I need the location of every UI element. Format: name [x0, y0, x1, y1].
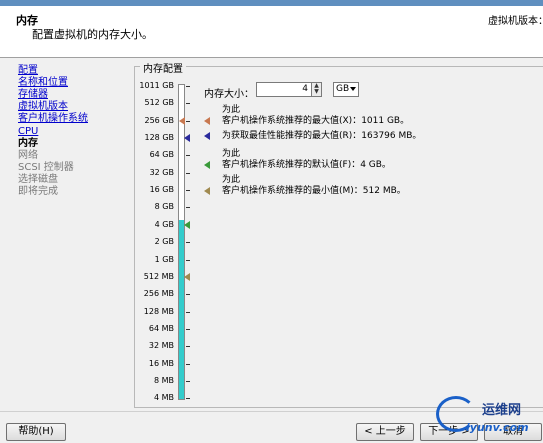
- recommendation-marker-icon: [179, 116, 185, 125]
- legend-marker-icon: [204, 132, 210, 140]
- legend-text: 客户机操作系统推荐的最大值(X)：1011 GB。: [222, 116, 410, 126]
- legend-marker-icon: [204, 161, 210, 169]
- scale-tick-mark: [186, 398, 190, 400]
- legend-marker-icon: [204, 187, 210, 195]
- scale-tick-mark: [186, 86, 190, 87]
- watermark-site-url: iyunv.com: [466, 421, 529, 434]
- spin-down-icon[interactable]: ▼: [313, 89, 320, 95]
- step-memory: 内存: [18, 138, 38, 149]
- scale-tick-label: 8 MB: [153, 375, 174, 385]
- legend-text: 为此: [222, 149, 241, 159]
- recommendation-marker-icon: [184, 134, 190, 143]
- memory-config-group-title: 内存配置: [140, 60, 186, 75]
- back-button[interactable]: < 上一步: [356, 423, 414, 441]
- scale-tick-label: 16 GB: [149, 185, 174, 195]
- scale-tick-mark: [186, 259, 190, 261]
- watermark-site-name: 运维网: [482, 403, 522, 418]
- scale-tick-label: 32 MB: [148, 341, 174, 351]
- scale-tick-label: 64 MB: [148, 323, 174, 333]
- scale-tick-mark: [186, 380, 190, 382]
- legend-text: 为获取最佳性能推荐的最大值(R)：163796 MB。: [222, 131, 422, 141]
- step-cpu[interactable]: CPU: [18, 126, 38, 138]
- step-config[interactable]: 配置: [18, 65, 38, 77]
- scale-tick-label: 1011 GB: [139, 81, 174, 90]
- memory-size-label: 内存大小：: [204, 89, 254, 100]
- scale-tick-mark: [186, 294, 190, 296]
- legend-text: 客户机操作系统推荐的默认值(F)：4 GB。: [222, 160, 391, 170]
- scale-tick-label: 1 GB: [154, 254, 174, 264]
- help-button[interactable]: 帮助(H): [6, 423, 66, 441]
- scale-tick-label: 256 GB: [144, 115, 175, 125]
- memory-slider-fill: [179, 220, 184, 399]
- scale-tick-label: 128 MB: [143, 306, 174, 316]
- scale-tick-label: 4 MB: [153, 393, 174, 403]
- scale-tick-label: 512 GB: [144, 98, 175, 108]
- step-network: 网络: [18, 150, 38, 161]
- chevron-down-icon: [350, 87, 356, 91]
- scale-tick-label: 64 GB: [149, 150, 174, 160]
- scale-tick-label: 256 MB: [143, 289, 174, 299]
- scale-tick-label: 128 GB: [144, 133, 175, 143]
- step-scsi-controller: SCSI 控制器: [18, 162, 74, 173]
- scale-tick-mark: [186, 103, 190, 105]
- legend-text: 为此: [222, 175, 241, 185]
- scale-tick-label: 2 GB: [154, 237, 174, 247]
- memory-size-spinner[interactable]: ▲ ▼: [311, 82, 322, 97]
- vm-version-label: 虚拟机版本：8: [488, 16, 543, 27]
- scale-tick-mark: [186, 363, 190, 365]
- scale-tick-mark: [186, 120, 190, 122]
- step-vm-version[interactable]: 虚拟机版本: [18, 101, 68, 113]
- memory-size-input[interactable]: 4: [256, 82, 312, 97]
- memory-unit-value: GB: [336, 84, 350, 94]
- step-guest-os[interactable]: 客户机操作系统: [18, 113, 88, 125]
- scale-tick-label: 512 MB: [143, 271, 174, 281]
- scale-tick-label: 16 MB: [148, 358, 174, 368]
- step-select-disk: 选择磁盘: [18, 174, 58, 185]
- step-ready-to-complete: 即将完成: [18, 186, 58, 197]
- wizard-header: 内存 配置虚拟机的内存大小。 虚拟机版本：8: [0, 6, 543, 58]
- page-subtitle: 配置虚拟机的内存大小。: [32, 28, 153, 41]
- scale-tick-mark: [186, 207, 190, 209]
- scale-tick-label: 8 GB: [154, 202, 174, 212]
- step-storage[interactable]: 存储器: [18, 89, 48, 101]
- recommendation-marker-icon: [184, 272, 190, 281]
- legend-text: 客户机操作系统推荐的最小值(M)：512 MB。: [222, 186, 406, 196]
- legend-text: 为此: [222, 105, 241, 115]
- scale-tick-mark: [186, 172, 190, 174]
- scale-tick-mark: [186, 242, 190, 244]
- scale-tick-mark: [186, 155, 190, 157]
- memory-slider-track[interactable]: [178, 84, 185, 400]
- legend-marker-icon: [204, 117, 210, 125]
- scale-tick-mark: [186, 190, 190, 192]
- memory-unit-select[interactable]: GB: [333, 82, 359, 97]
- recommendation-marker-icon: [184, 220, 190, 229]
- scale-tick-mark: [186, 346, 190, 348]
- scale-tick-mark: [186, 311, 190, 313]
- step-name-location[interactable]: 名称和位置: [18, 77, 68, 89]
- scale-tick-mark: [186, 328, 190, 330]
- wizard-steps-sidebar: 配置 名称和位置 存储器 虚拟机版本 客户机操作系统 CPU 内存 网络 SCS…: [4, 63, 128, 408]
- wizard-body: 配置 名称和位置 存储器 虚拟机版本 客户机操作系统 CPU 内存 网络 SCS…: [0, 59, 543, 411]
- scale-tick-label: 32 GB: [149, 167, 174, 177]
- scale-tick-label: 4 GB: [154, 219, 174, 229]
